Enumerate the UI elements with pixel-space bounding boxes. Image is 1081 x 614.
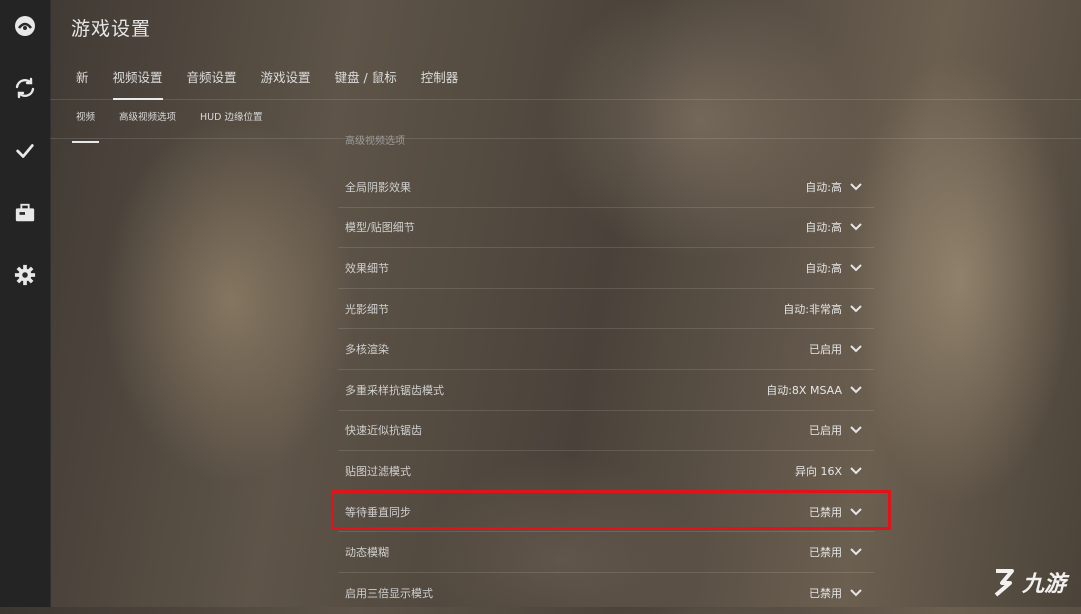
- checkmark-icon[interactable]: [7, 133, 43, 169]
- sub-tabs: 视频 高级视频选项 HUD 边缘位置: [64, 108, 274, 143]
- setting-row-msaa-mode[interactable]: 多重采样抗锯齿模式 自动:8X MSAA: [338, 370, 874, 411]
- setting-label: 等待垂直同步: [345, 505, 411, 519]
- tab-game-settings[interactable]: 游戏设置: [249, 66, 323, 98]
- tab-audio-settings[interactable]: 音频设置: [175, 66, 249, 98]
- chevron-down-icon[interactable]: [850, 589, 862, 597]
- home-icon[interactable]: [7, 8, 43, 44]
- setting-value: 自动:8X MSAA: [766, 383, 842, 397]
- setting-value: 已禁用: [809, 587, 842, 601]
- chevron-down-icon[interactable]: [850, 223, 862, 231]
- setting-row-triple-buffering[interactable]: 启用三倍显示模式 已禁用: [338, 573, 874, 614]
- setting-value: 自动:高: [805, 180, 842, 194]
- setting-label: 多重采样抗锯齿模式: [345, 383, 444, 397]
- chevron-down-icon[interactable]: [850, 264, 862, 272]
- section-heading: 高级视频选项: [345, 136, 405, 147]
- chevron-down-icon[interactable]: [850, 426, 862, 434]
- watermark: 九游: [990, 566, 1066, 598]
- sidebar: [0, 0, 51, 607]
- setting-row-texture-filtering[interactable]: 贴图过滤模式 异向 16X: [338, 451, 874, 492]
- setting-row-motion-blur[interactable]: 动态模糊 已禁用: [338, 532, 874, 573]
- chevron-down-icon[interactable]: [850, 345, 862, 353]
- subtab-advanced-video[interactable]: 高级视频选项: [107, 108, 188, 136]
- setting-value: 自动:高: [805, 221, 842, 235]
- setting-row-global-shadow[interactable]: 全局阴影效果 自动:高: [338, 167, 874, 208]
- setting-label: 动态模糊: [345, 546, 389, 560]
- setting-label: 模型/贴图细节: [345, 221, 415, 235]
- setting-row-multicore-rendering[interactable]: 多核渲染 已启用: [338, 329, 874, 370]
- watermark-text: 九游: [1022, 572, 1067, 597]
- subtab-hud-edge-position[interactable]: HUD 边缘位置: [188, 108, 274, 136]
- setting-label: 效果细节: [345, 261, 389, 275]
- briefcase-icon[interactable]: [7, 195, 43, 231]
- subtab-video[interactable]: 视频: [64, 108, 107, 143]
- chevron-down-icon[interactable]: [850, 386, 862, 394]
- setting-value: 已启用: [809, 424, 842, 438]
- setting-row-fxaa[interactable]: 快速近似抗锯齿 已启用: [338, 411, 874, 452]
- chevron-down-icon[interactable]: [850, 507, 862, 516]
- setting-label: 多核渲染: [345, 343, 389, 357]
- chevron-down-icon[interactable]: [850, 548, 862, 556]
- tab-video-settings[interactable]: 视频设置: [101, 66, 175, 100]
- tab-controller[interactable]: 控制器: [409, 66, 471, 98]
- refresh-icon[interactable]: [7, 70, 43, 106]
- setting-label: 光影细节: [345, 302, 389, 316]
- tab-keyboard-mouse[interactable]: 键盘 / 鼠标: [323, 66, 409, 98]
- nine-game-logo-icon: [994, 569, 1014, 597]
- setting-row-wait-vsync[interactable]: 等待垂直同步 已禁用: [338, 492, 874, 533]
- setting-value: 已禁用: [809, 505, 842, 519]
- setting-row-effect-detail[interactable]: 效果细节 自动:高: [338, 248, 874, 289]
- settings-list: 全局阴影效果 自动:高 模型/贴图细节 自动:高 效果细节 自动:高 光影细节 …: [338, 167, 874, 614]
- setting-label: 启用三倍显示模式: [345, 587, 433, 601]
- setting-label: 快速近似抗锯齿: [345, 424, 422, 438]
- setting-value: 自动:非常高: [783, 302, 842, 316]
- setting-value: 自动:高: [805, 261, 842, 275]
- setting-row-model-texture-detail[interactable]: 模型/贴图细节 自动:高: [338, 208, 874, 249]
- main-tabs: 新 视频设置 音频设置 游戏设置 键盘 / 鼠标 控制器: [64, 66, 471, 100]
- gear-icon[interactable]: [7, 257, 43, 293]
- chevron-down-icon[interactable]: [850, 467, 862, 475]
- subtabs-divider: [50, 138, 1081, 139]
- setting-label: 贴图过滤模式: [345, 464, 411, 478]
- chevron-down-icon[interactable]: [850, 183, 862, 191]
- setting-row-shader-detail[interactable]: 光影细节 自动:非常高: [338, 289, 874, 330]
- setting-value: 已禁用: [809, 546, 842, 560]
- setting-label: 全局阴影效果: [345, 180, 411, 194]
- page-title: 游戏设置: [71, 18, 152, 40]
- tabs-divider: [50, 99, 1081, 100]
- setting-value: 异向 16X: [794, 464, 842, 478]
- tab-new[interactable]: 新: [64, 66, 101, 98]
- chevron-down-icon[interactable]: [850, 304, 862, 313]
- setting-value: 已启用: [809, 343, 842, 357]
